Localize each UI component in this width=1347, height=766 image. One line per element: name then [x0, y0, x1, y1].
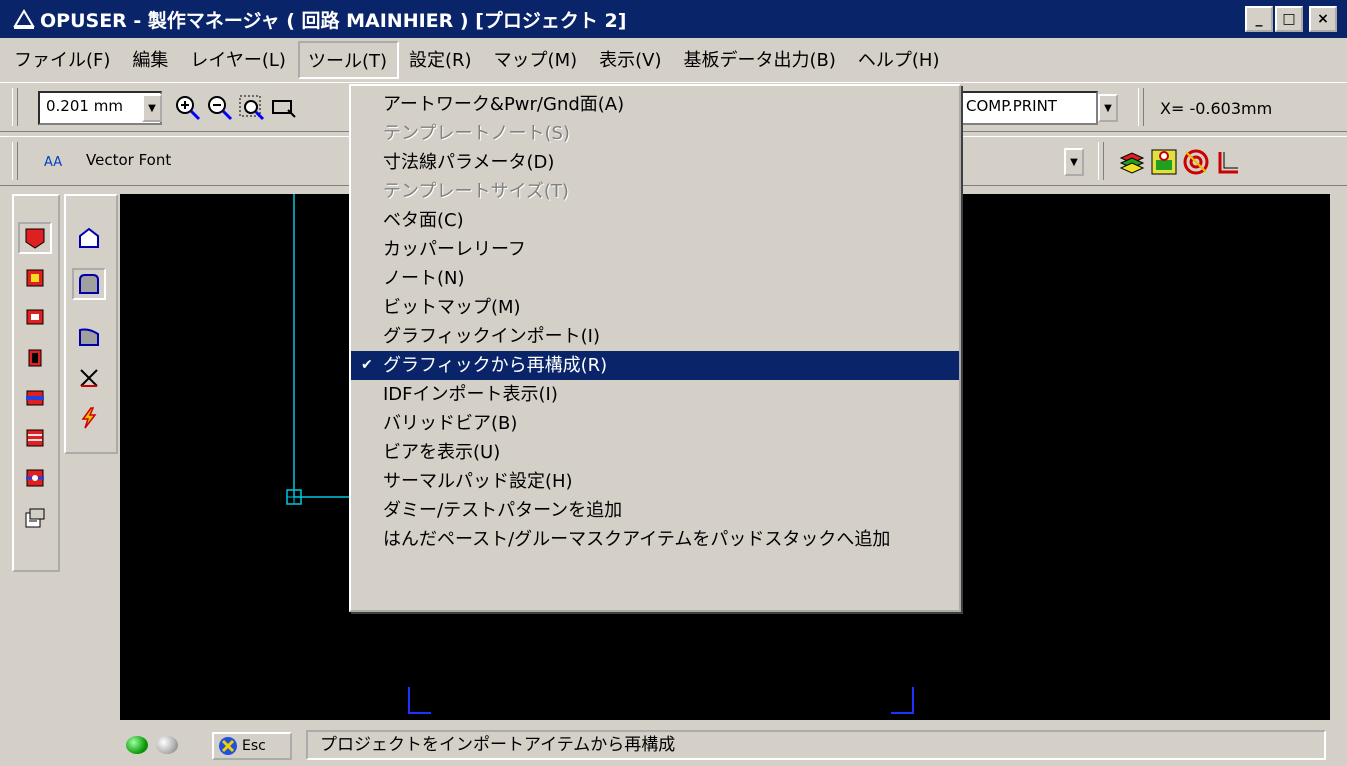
check-icon: ✔: [361, 357, 373, 373]
menu-tools[interactable]: ツール(T): [297, 41, 399, 79]
trace-icon[interactable]: [18, 422, 52, 454]
menu-item-rebuild-from-graphics[interactable]: ✔ グラフィックから再構成(R): [351, 351, 959, 380]
layer-select[interactable]: COMP.PRINT: [958, 91, 1098, 125]
dimension-icon[interactable]: [1214, 148, 1242, 176]
left-tool-panel: [12, 194, 60, 572]
menu-item-idf-import[interactable]: IDFインポート表示(I): [351, 380, 959, 409]
status-message: プロジェクトをインポートアイテムから再構成: [306, 730, 1326, 760]
menu-help[interactable]: ヘルプ(H): [848, 40, 952, 78]
chevron-down-icon[interactable]: ▼: [1064, 148, 1084, 176]
zoom-fit-icon[interactable]: [270, 94, 298, 122]
menu-item-copper-pour[interactable]: ベタ面(C): [351, 206, 959, 235]
shape-tool-panel: [64, 194, 118, 454]
menu-item-template-size: テンプレートサイズ(T): [383, 181, 569, 202]
menu-settings[interactable]: 設定(R): [399, 40, 484, 78]
menu-map[interactable]: マップ(M): [484, 40, 590, 78]
menu-item-thermal-pad[interactable]: サーマルパッド設定(H): [351, 467, 959, 496]
menu-item-dimension-params[interactable]: 寸法線パラメータ(D): [351, 148, 959, 177]
menu-item-copper-relief[interactable]: カッパーレリーフ: [351, 235, 959, 264]
menu-bar: ファイル(F) 編集 レイヤー(L) ツール(T) 設定(R) マップ(M) 表…: [0, 38, 1347, 80]
menu-view[interactable]: 表示(V): [589, 40, 673, 78]
chevron-down-icon[interactable]: ▼: [142, 94, 162, 122]
cut-corner-icon[interactable]: [72, 320, 106, 352]
chevron-down-icon[interactable]: ▼: [1098, 94, 1118, 122]
status-bar: Esc プロジェクトをインポートアイテムから再構成: [0, 724, 1347, 766]
rounded-rect-icon[interactable]: [72, 268, 106, 300]
zoom-out-icon[interactable]: [206, 94, 234, 122]
title-bar: OPUSER - 製作マネージャ ( 回路 MAINHIER ) [プロジェクト…: [0, 0, 1347, 38]
menu-item-graphic-import[interactable]: グラフィックインポート(I): [351, 322, 959, 351]
cancel-icon: [219, 737, 237, 755]
menu-item-valid-via[interactable]: バリッドビア(B): [351, 409, 959, 438]
component-place-icon[interactable]: [1150, 148, 1178, 176]
font-icon: AA: [44, 155, 63, 170]
zoom-in-icon[interactable]: [174, 94, 202, 122]
green-status-icon: [126, 736, 148, 754]
escape-button[interactable]: Esc: [212, 732, 292, 760]
properties-icon[interactable]: [18, 502, 52, 534]
connect-icon[interactable]: [18, 462, 52, 494]
window-title: OPUSER - 製作マネージャ ( 回路 MAINHIER ) [プロジェクト…: [40, 9, 627, 32]
menu-item-dummy-test-pattern[interactable]: ダミー/テストパターンを追加: [351, 496, 959, 525]
red-shape-icon[interactable]: [18, 222, 52, 254]
gray-status-icon: [156, 736, 178, 754]
menu-layer[interactable]: レイヤー(L): [180, 40, 298, 78]
menu-item-template-note: テンプレートノート(S): [383, 123, 570, 144]
pad-icon[interactable]: [18, 262, 52, 294]
lightning-icon[interactable]: [72, 402, 106, 434]
pad-square-icon[interactable]: [18, 302, 52, 334]
toolbar-grip[interactable]: [12, 142, 18, 180]
menu-board-output[interactable]: 基板データ出力(B): [674, 40, 848, 78]
menu-edit[interactable]: 編集: [122, 40, 180, 78]
maximize-button[interactable]: □: [1275, 6, 1303, 32]
zoom-window-icon[interactable]: [238, 94, 266, 122]
house-shape-icon[interactable]: [72, 222, 106, 254]
toolbar-grip[interactable]: [12, 88, 18, 126]
menu-item-bitmap[interactable]: ビットマップ(M): [351, 293, 959, 322]
layers-icon[interactable]: [1118, 148, 1146, 176]
menu-item-show-via[interactable]: ビアを表示(U): [351, 438, 959, 467]
x-cross-icon[interactable]: [72, 362, 106, 394]
minimize-button[interactable]: _: [1245, 6, 1273, 32]
toolbar-grip[interactable]: [1098, 142, 1104, 180]
chip-icon[interactable]: [18, 342, 52, 374]
menu-item-artwork[interactable]: アートワーク&Pwr/Gnd面(A): [351, 90, 959, 119]
tools-dropdown-menu: アートワーク&Pwr/Gnd面(A) テンプレートノート(S) 寸法線パラメータ…: [349, 84, 961, 612]
menu-item-note[interactable]: ノート(N): [351, 264, 959, 293]
via-icon[interactable]: [18, 382, 52, 414]
menu-file[interactable]: ファイル(F): [4, 40, 122, 78]
close-button[interactable]: ×: [1309, 6, 1337, 32]
coordinate-readout: X= -0.603mm: [1160, 99, 1273, 118]
menu-item-solder-paste[interactable]: はんだペースト/グルーマスクアイテムをパッドスタックへ追加: [351, 525, 959, 554]
toolbar-grip[interactable]: [1138, 88, 1144, 126]
target-icon[interactable]: [1182, 148, 1210, 176]
app-icon: [13, 9, 35, 29]
